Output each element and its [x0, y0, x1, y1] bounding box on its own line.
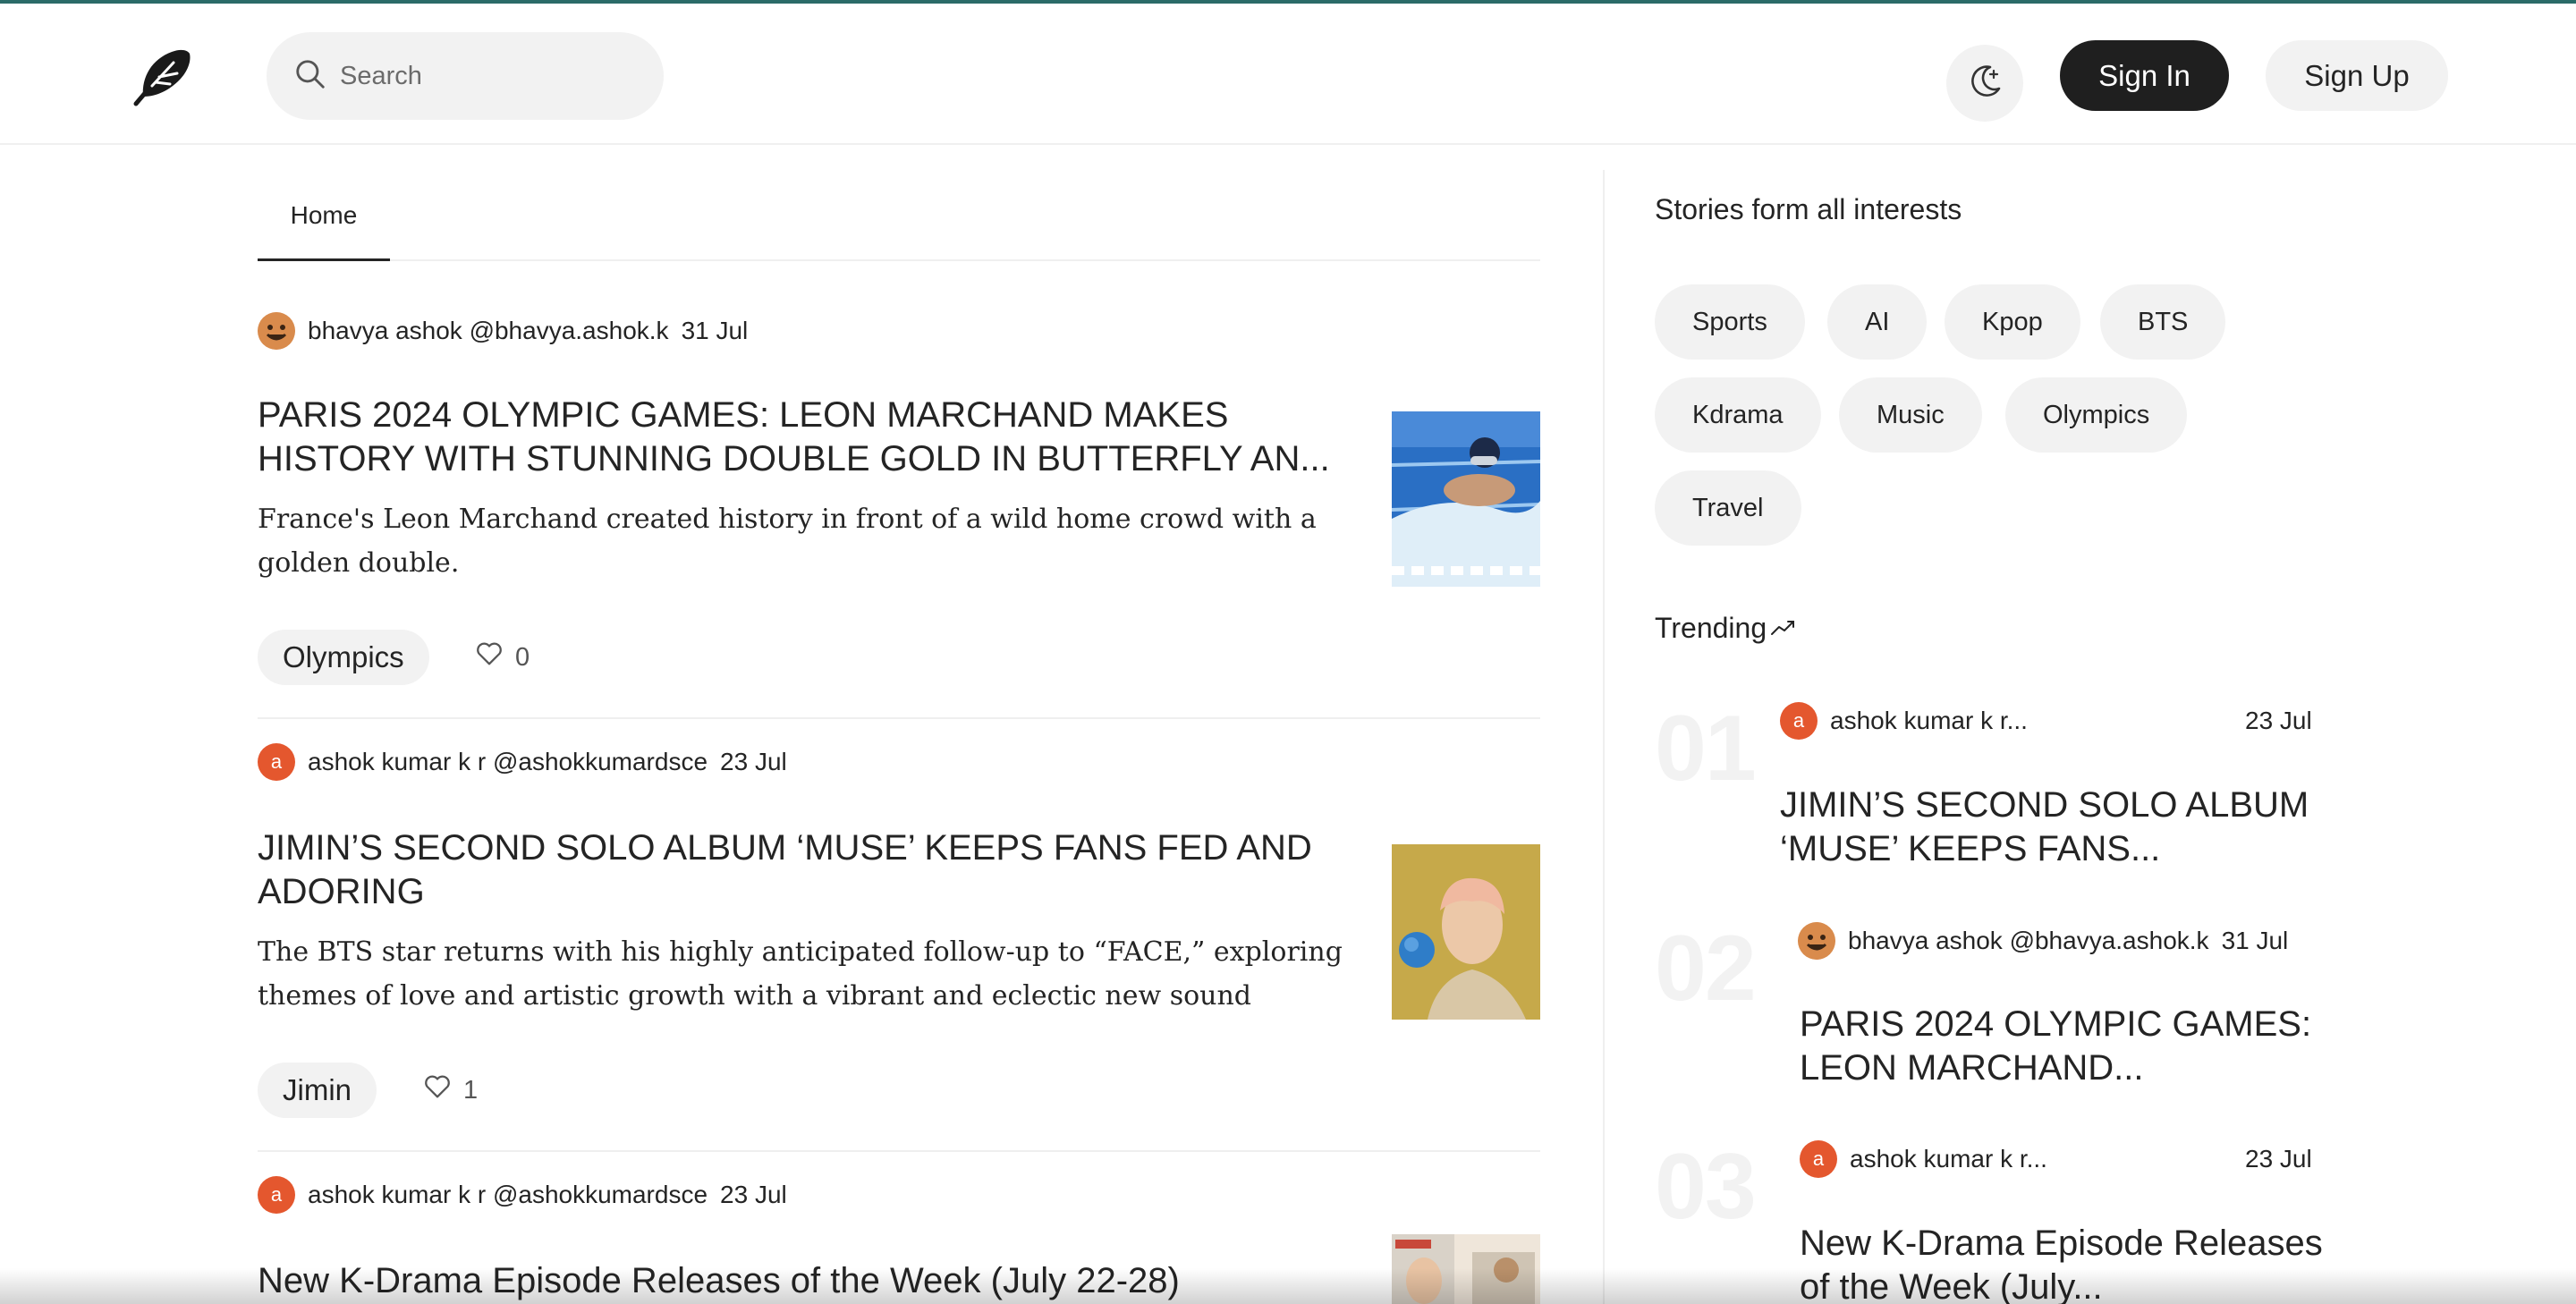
author-name[interactable]: bhavya ashok @bhavya.ashok.k [1848, 927, 2209, 955]
author-name[interactable]: bhavya ashok @bhavya.ashok.k [308, 317, 669, 345]
article-card[interactable]: a ashok kumar k r @ashokkumardsce 23 Jul… [258, 1175, 1540, 1304]
like-counter[interactable]: 0 [474, 630, 530, 685]
article-meta: a ashok kumar k r @ashokkumardsce 23 Jul [258, 742, 787, 782]
avatar: a [1780, 702, 1818, 740]
trending-meta: a ashok kumar k r... [1800, 1139, 2047, 1179]
topic-chip-kdrama[interactable]: Kdrama [1655, 377, 1821, 453]
avatar: a [1800, 1140, 1837, 1178]
article-title[interactable]: JIMIN’S SECOND SOLO ALBUM ‘MUSE’ KEEPS F… [258, 826, 1349, 914]
topic-chip-bts[interactable]: BTS [2100, 284, 2226, 360]
article-title[interactable]: PARIS 2024 OLYMPIC GAMES: LEON MARCHAND … [258, 394, 1349, 481]
author-name[interactable]: ashok kumar k r @ashokkumardsce [308, 748, 708, 776]
search-input[interactable] [340, 61, 644, 91]
sign-up-button[interactable]: Sign Up [2266, 40, 2448, 111]
heart-icon[interactable] [474, 639, 515, 676]
avatar [258, 312, 295, 350]
author-name[interactable]: ashok kumar k r... [1830, 707, 2028, 735]
article-card[interactable]: bhavya ashok @bhavya.ashok.k 31 Jul PARI… [258, 309, 1540, 721]
divider [258, 717, 1540, 719]
moon-sparkle-icon [1963, 60, 2006, 107]
sign-in-button[interactable]: Sign In [2060, 40, 2229, 111]
sidebar-title: Stories form all interests [1655, 193, 1962, 225]
post-date: 23 Jul [720, 748, 787, 775]
search-icon [293, 57, 327, 96]
trending-title[interactable]: PARIS 2024 OLYMPIC GAMES: LEON MARCHAND.… [1800, 1003, 2336, 1090]
trending-label: Trending [1655, 612, 1767, 644]
avatar: a [258, 1176, 295, 1214]
article-tag[interactable]: Jimin [258, 1063, 377, 1118]
article-title[interactable]: New K-Drama Episode Releases of the Week… [258, 1259, 1349, 1303]
avatar: a [258, 743, 295, 781]
avatar [1798, 922, 1835, 960]
topic-chip-olympics[interactable]: Olympics [2005, 377, 2188, 453]
trending-meta: a ashok kumar k r... [1780, 701, 2028, 741]
article-card[interactable]: a ashok kumar k r @ashokkumardsce 23 Jul… [258, 742, 1540, 1154]
topic-chip-music[interactable]: Music [1839, 377, 1982, 453]
trending-rank: 03 [1655, 1135, 1757, 1239]
search-box[interactable] [267, 32, 664, 120]
author-name[interactable]: ashok kumar k r... [1850, 1145, 2047, 1173]
like-count: 1 [463, 1075, 479, 1105]
trending-title[interactable]: JIMIN’S SECOND SOLO ALBUM ‘MUSE’ KEEPS F… [1780, 783, 2317, 871]
trending-up-icon [1767, 612, 1797, 645]
topic-chip-kpop[interactable]: Kpop [1945, 284, 2080, 360]
post-date: 23 Jul [2245, 707, 2312, 734]
trending-meta: bhavya ashok @bhavya.ashok.k 31 Jul [1798, 921, 2288, 961]
post-date: 31 Jul [681, 317, 749, 344]
article-thumbnail[interactable] [1392, 1234, 1540, 1304]
theme-toggle-button[interactable] [1946, 45, 2023, 122]
feed-tabs: Home [258, 179, 1540, 261]
like-count: 0 [515, 642, 530, 672]
trending-rank: 01 [1655, 697, 1757, 800]
article-tag[interactable]: Olympics [258, 630, 429, 685]
article-excerpt[interactable]: France's Leon Marchand created history i… [258, 497, 1349, 585]
trending-title[interactable]: New K-Drama Episode Releases of the Week… [1800, 1222, 2336, 1304]
post-date: 31 Jul [2221, 927, 2289, 954]
header: Sign In Sign Up [0, 4, 2576, 145]
article-thumbnail[interactable] [1392, 844, 1540, 1020]
like-counter[interactable]: 1 [422, 1063, 478, 1118]
article-excerpt[interactable]: The BTS star returns with his highly ant… [258, 930, 1349, 1018]
post-date: 23 Jul [720, 1181, 787, 1208]
sidebar-divider [1603, 170, 1605, 1304]
article-meta: a ashok kumar k r @ashokkumardsce 23 Jul [258, 1175, 787, 1215]
topic-chip-travel[interactable]: Travel [1655, 470, 1801, 546]
article-meta: bhavya ashok @bhavya.ashok.k 31 Jul [258, 311, 748, 351]
trending-rank: 02 [1655, 917, 1757, 1020]
trending-heading: Trending [1655, 612, 1797, 645]
topic-chip-ai[interactable]: AI [1827, 284, 1928, 360]
tab-home[interactable]: Home [258, 179, 390, 261]
post-date: 23 Jul [2245, 1145, 2312, 1173]
divider [258, 1150, 1540, 1152]
heart-icon[interactable] [422, 1071, 463, 1109]
article-thumbnail[interactable] [1392, 411, 1540, 587]
topic-chip-sports[interactable]: Sports [1655, 284, 1805, 360]
author-name[interactable]: ashok kumar k r @ashokkumardsce [308, 1181, 708, 1209]
feather-logo-icon[interactable] [125, 41, 197, 113]
